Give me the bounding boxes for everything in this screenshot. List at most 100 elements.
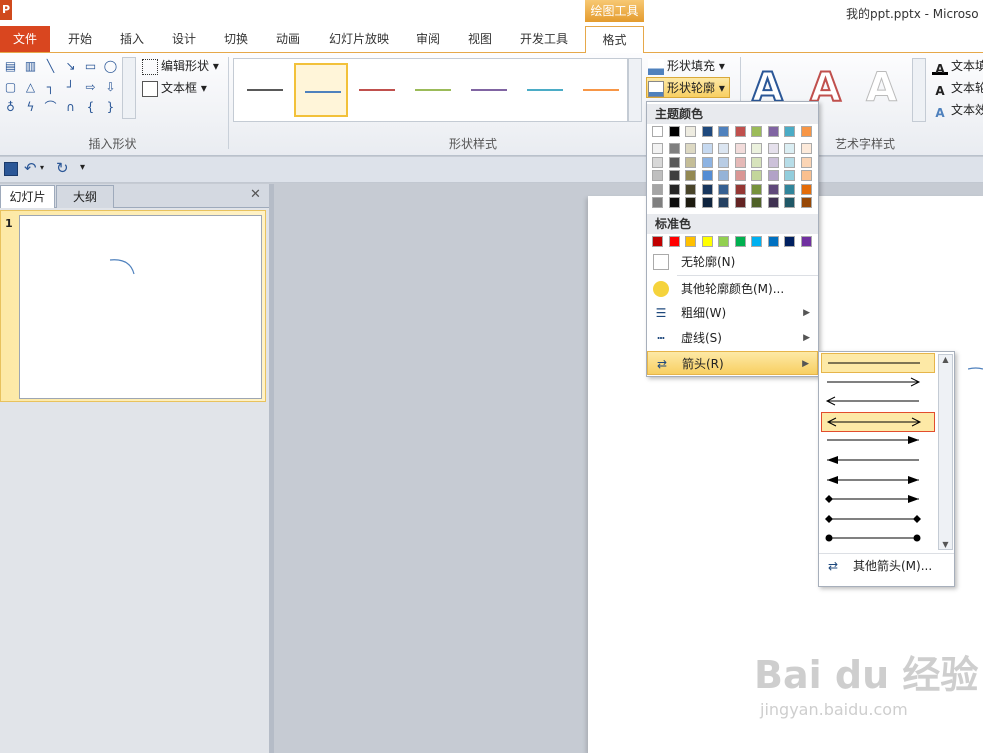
theme-color-swatch[interactable] bbox=[652, 126, 663, 137]
tab-design[interactable]: 设计 bbox=[164, 26, 204, 52]
arc-shape-icon[interactable]: ⌒ bbox=[42, 100, 59, 115]
tab-file[interactable]: 文件 bbox=[0, 26, 50, 52]
theme-shade-swatch[interactable] bbox=[751, 156, 762, 168]
elbow-connector-icon[interactable]: ┐ bbox=[42, 80, 59, 95]
theme-shade-swatch[interactable] bbox=[718, 197, 729, 208]
more-arrows-item[interactable]: ⇄ 其他箭头(M)... bbox=[819, 553, 954, 579]
left-brace-shape-icon[interactable]: { bbox=[82, 100, 99, 115]
theme-shade-swatch[interactable] bbox=[734, 197, 746, 208]
weight-item[interactable]: ☰ 粗细(W) ▶ bbox=[647, 301, 818, 325]
theme-shade-swatch[interactable] bbox=[751, 183, 762, 195]
scroll-down-icon[interactable]: ▼ bbox=[939, 540, 952, 549]
shape-style-swatch[interactable] bbox=[406, 63, 460, 117]
theme-shade-swatch[interactable] bbox=[784, 170, 795, 181]
theme-shade-swatch[interactable] bbox=[718, 143, 729, 154]
theme-shade-swatch[interactable] bbox=[751, 143, 762, 154]
more-outline-colors-item[interactable]: 其他轮廓颜色(M)... bbox=[647, 277, 818, 301]
shape-style-swatch[interactable] bbox=[238, 63, 292, 117]
down-arrow-shape-icon[interactable]: ⇩ bbox=[102, 80, 119, 95]
standard-color-swatch[interactable] bbox=[718, 236, 729, 247]
theme-shade-swatch[interactable] bbox=[718, 156, 729, 168]
theme-shade-swatch[interactable] bbox=[718, 170, 729, 181]
freeform-shape-icon[interactable]: ♁ bbox=[2, 100, 19, 115]
shape-style-swatch[interactable] bbox=[350, 63, 404, 117]
theme-shade-swatch[interactable] bbox=[668, 156, 680, 168]
styles-gallery-scroll[interactable] bbox=[628, 58, 642, 122]
save-icon[interactable] bbox=[4, 162, 18, 176]
theme-shade-swatch[interactable] bbox=[751, 197, 762, 208]
theme-shade-swatch[interactable] bbox=[751, 170, 762, 181]
text-effects-button[interactable]: A 文本效 bbox=[932, 100, 983, 120]
standard-color-swatch[interactable] bbox=[701, 236, 713, 247]
arrow-style-both-diamond[interactable] bbox=[821, 510, 935, 530]
arrows-item[interactable]: ⇄ 箭头(R) ▶ bbox=[647, 351, 818, 375]
theme-shade-swatch[interactable] bbox=[652, 183, 663, 195]
edit-shape-button[interactable]: 编辑形状 ▾ bbox=[142, 56, 219, 76]
triangle-shape-icon[interactable]: △ bbox=[22, 80, 39, 95]
theme-color-swatch[interactable] bbox=[784, 126, 795, 137]
rounded-rect-shape-icon[interactable]: ▢ bbox=[2, 80, 19, 95]
shape-style-swatch[interactable] bbox=[462, 63, 516, 117]
shapes-gallery-scroll[interactable] bbox=[122, 57, 136, 119]
shape-fill-button[interactable]: 形状填充 ▾ bbox=[648, 56, 725, 76]
theme-shade-swatch[interactable] bbox=[685, 170, 696, 181]
theme-shade-swatch[interactable] bbox=[734, 170, 746, 181]
theme-shade-swatch[interactable] bbox=[652, 170, 663, 181]
curve-shape-icon[interactable]: ∩ bbox=[62, 100, 79, 115]
theme-shade-swatch[interactable] bbox=[784, 183, 795, 195]
oval-shape-icon[interactable]: ◯ bbox=[102, 59, 119, 74]
undo-icon[interactable]: ↶ bbox=[24, 159, 37, 177]
standard-color-swatch[interactable] bbox=[685, 236, 696, 247]
tab-review[interactable]: 审阅 bbox=[408, 26, 448, 52]
wordart-gallery-scroll[interactable] bbox=[912, 58, 926, 122]
theme-color-swatch[interactable] bbox=[668, 126, 680, 137]
theme-shade-swatch[interactable] bbox=[784, 156, 795, 168]
theme-shade-swatch[interactable] bbox=[734, 143, 746, 154]
arrow-style-end-triangle[interactable] bbox=[821, 431, 935, 451]
arrow-style-none[interactable] bbox=[821, 353, 935, 373]
text-fill-button[interactable]: A 文本填 bbox=[932, 56, 983, 76]
arrow-style-end-open[interactable] bbox=[821, 373, 935, 393]
slide-thumbnail-row[interactable]: 1 bbox=[0, 210, 266, 402]
lightning-shape-icon[interactable]: ϟ bbox=[22, 100, 39, 115]
standard-color-swatch[interactable] bbox=[668, 236, 680, 247]
tab-transitions[interactable]: 切换 bbox=[216, 26, 256, 52]
powerpoint-app-icon[interactable]: P bbox=[0, 0, 12, 20]
arrow-style-both-oval[interactable] bbox=[821, 529, 935, 549]
theme-shade-swatch[interactable] bbox=[800, 183, 812, 195]
line-shape-icon[interactable]: ╲ bbox=[42, 59, 59, 74]
theme-shade-swatch[interactable] bbox=[701, 143, 713, 154]
shape-outline-content[interactable]: 形状轮廓 ▾ bbox=[648, 78, 725, 98]
standard-color-swatch[interactable] bbox=[800, 236, 812, 247]
theme-shade-swatch[interactable] bbox=[767, 197, 779, 208]
tab-insert[interactable]: 插入 bbox=[112, 26, 152, 52]
theme-shade-swatch[interactable] bbox=[701, 183, 713, 195]
theme-shade-swatch[interactable] bbox=[685, 143, 696, 154]
arrow-style-both-open[interactable] bbox=[821, 411, 935, 432]
theme-shade-swatch[interactable] bbox=[784, 197, 795, 208]
theme-shade-swatch[interactable] bbox=[701, 197, 713, 208]
theme-shade-swatch[interactable] bbox=[734, 156, 746, 168]
arc-shape-on-slide[interactable] bbox=[968, 366, 983, 374]
tab-format[interactable]: 格式 bbox=[585, 26, 644, 54]
right-arrow-shape-icon[interactable]: ⇨ bbox=[82, 80, 99, 95]
theme-shade-swatch[interactable] bbox=[652, 197, 663, 208]
text-outline-button[interactable]: A 文本轮 bbox=[932, 78, 983, 98]
theme-color-swatch[interactable] bbox=[734, 126, 746, 137]
tab-animations[interactable]: 动画 bbox=[268, 26, 308, 52]
undo-dropdown-icon[interactable]: ▾ bbox=[40, 163, 44, 172]
shape-style-swatch[interactable] bbox=[518, 63, 572, 117]
arrow-style-start-open[interactable] bbox=[821, 392, 935, 412]
text-box-button[interactable]: 文本框 ▾ bbox=[142, 78, 207, 98]
vertical-textbox-shape-icon[interactable]: ▥ bbox=[22, 59, 39, 74]
theme-shade-swatch[interactable] bbox=[800, 143, 812, 154]
shape-style-swatch[interactable] bbox=[574, 63, 628, 117]
shape-style-swatch[interactable] bbox=[294, 63, 348, 117]
theme-shade-swatch[interactable] bbox=[685, 183, 696, 195]
arrow-style-both-triangle[interactable] bbox=[821, 471, 935, 491]
close-panel-icon[interactable]: ✕ bbox=[250, 187, 261, 202]
wordart-style-plain[interactable]: A bbox=[866, 63, 898, 113]
theme-shade-swatch[interactable] bbox=[800, 170, 812, 181]
theme-shade-swatch[interactable] bbox=[767, 170, 779, 181]
tab-outline[interactable]: 大纲 bbox=[56, 185, 114, 208]
